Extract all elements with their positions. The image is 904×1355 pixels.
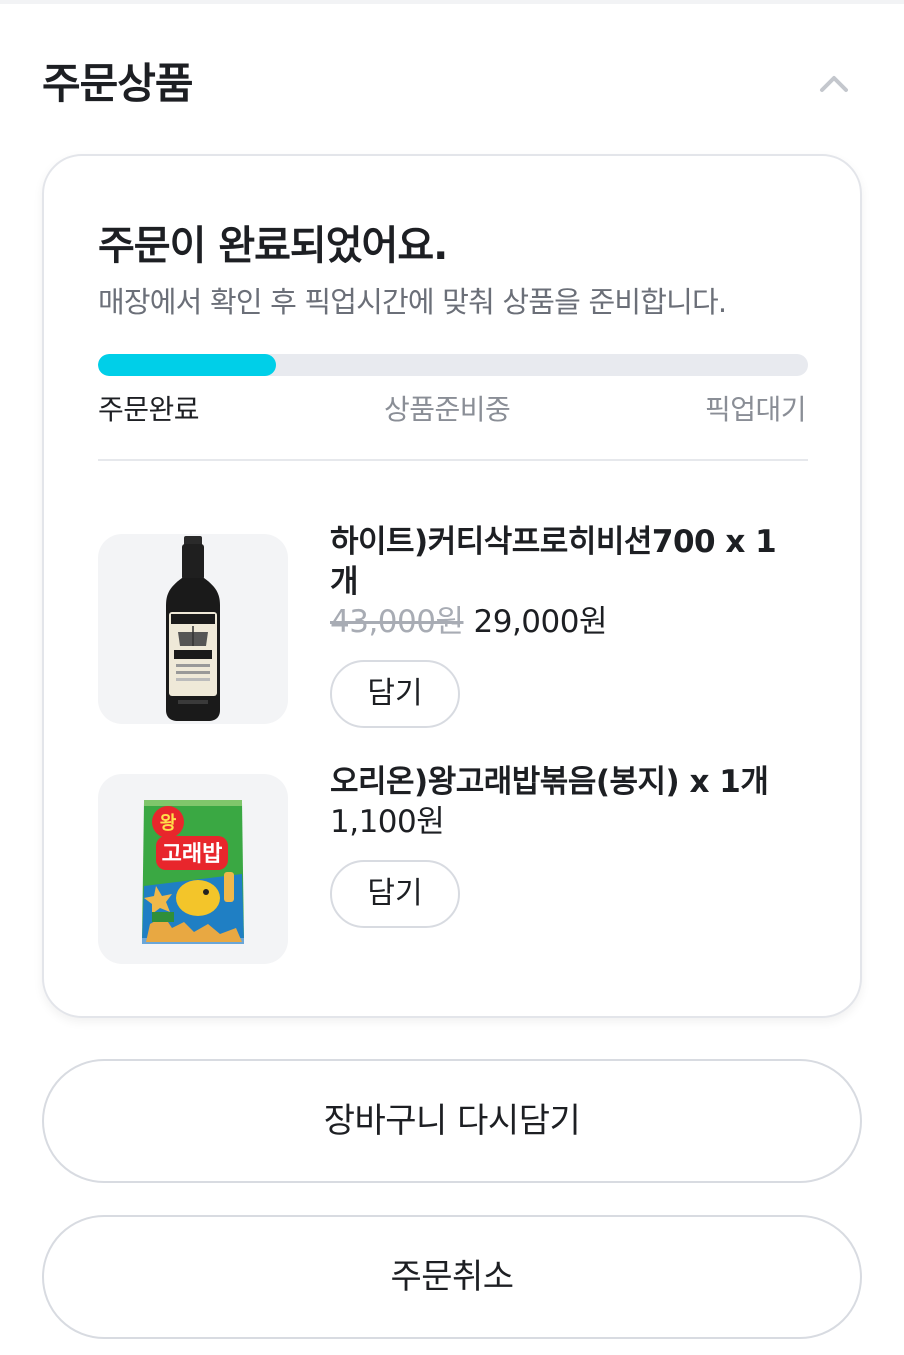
cancel-order-button[interactable]: 주문취소 [42,1215,862,1339]
product-info: 하이트)커티삭프로히비션700 x 1개 43,000원 29,000원 담기 [330,522,800,728]
section-title: 주문상품 [42,59,194,108]
add-to-cart-button[interactable]: 담기 [330,660,460,728]
chevron-up-icon [820,76,848,92]
svg-text:고래밥: 고래밥 [162,842,223,867]
order-status-description: 매장에서 확인 후 픽업시간에 맞춰 상품을 준비합니다. [98,285,727,319]
add-to-cart-button[interactable]: 담기 [330,860,460,928]
section-header: 주문상품 [42,56,862,112]
svg-text:왕: 왕 [160,813,177,834]
order-progress-bar [98,354,808,376]
whisky-bottle-image [166,536,220,721]
step-preparing: 상품준비중 [384,393,511,426]
product-info: 오리온)왕고래밥볶음(봉지) x 1개 1,100원 담기 [330,762,800,928]
price-row: 1,100원 [330,802,800,842]
price-row: 43,000원 29,000원 [330,602,800,642]
order-status-title: 주문이 완료되었어요. [98,223,448,269]
card-divider [98,459,808,461]
snack-bag-image: 왕 고래밥 [142,800,244,944]
product-item: 하이트)커티삭프로히비션700 x 1개 43,000원 29,000원 담기 [98,524,808,728]
order-status-card: 주문이 완료되었어요. 매장에서 확인 후 픽업시간에 맞춰 상품을 준비합니다… [42,154,862,1018]
product-image[interactable]: 왕 고래밥 [98,774,288,964]
product-item: 왕 고래밥 오리온)왕고래밥볶음(봉지) x 1개 1,100원 담기 [98,764,808,964]
collapse-button[interactable] [814,64,854,104]
top-divider [0,0,904,4]
step-pickup-waiting: 픽업대기 [704,393,807,426]
original-price: 43,000원 [330,604,464,640]
sale-price: 29,000원 [473,604,608,640]
recart-button[interactable]: 장바구니 다시담기 [42,1059,862,1183]
product-image[interactable] [98,534,288,724]
product-name: 오리온)왕고래밥볶음(봉지) x 1개 [330,764,769,800]
sale-price: 1,100원 [330,804,445,840]
step-order-complete: 주문완료 [98,393,200,426]
product-name: 하이트)커티삭프로히비션700 x 1개 [330,524,777,600]
order-progress-fill [98,354,276,376]
